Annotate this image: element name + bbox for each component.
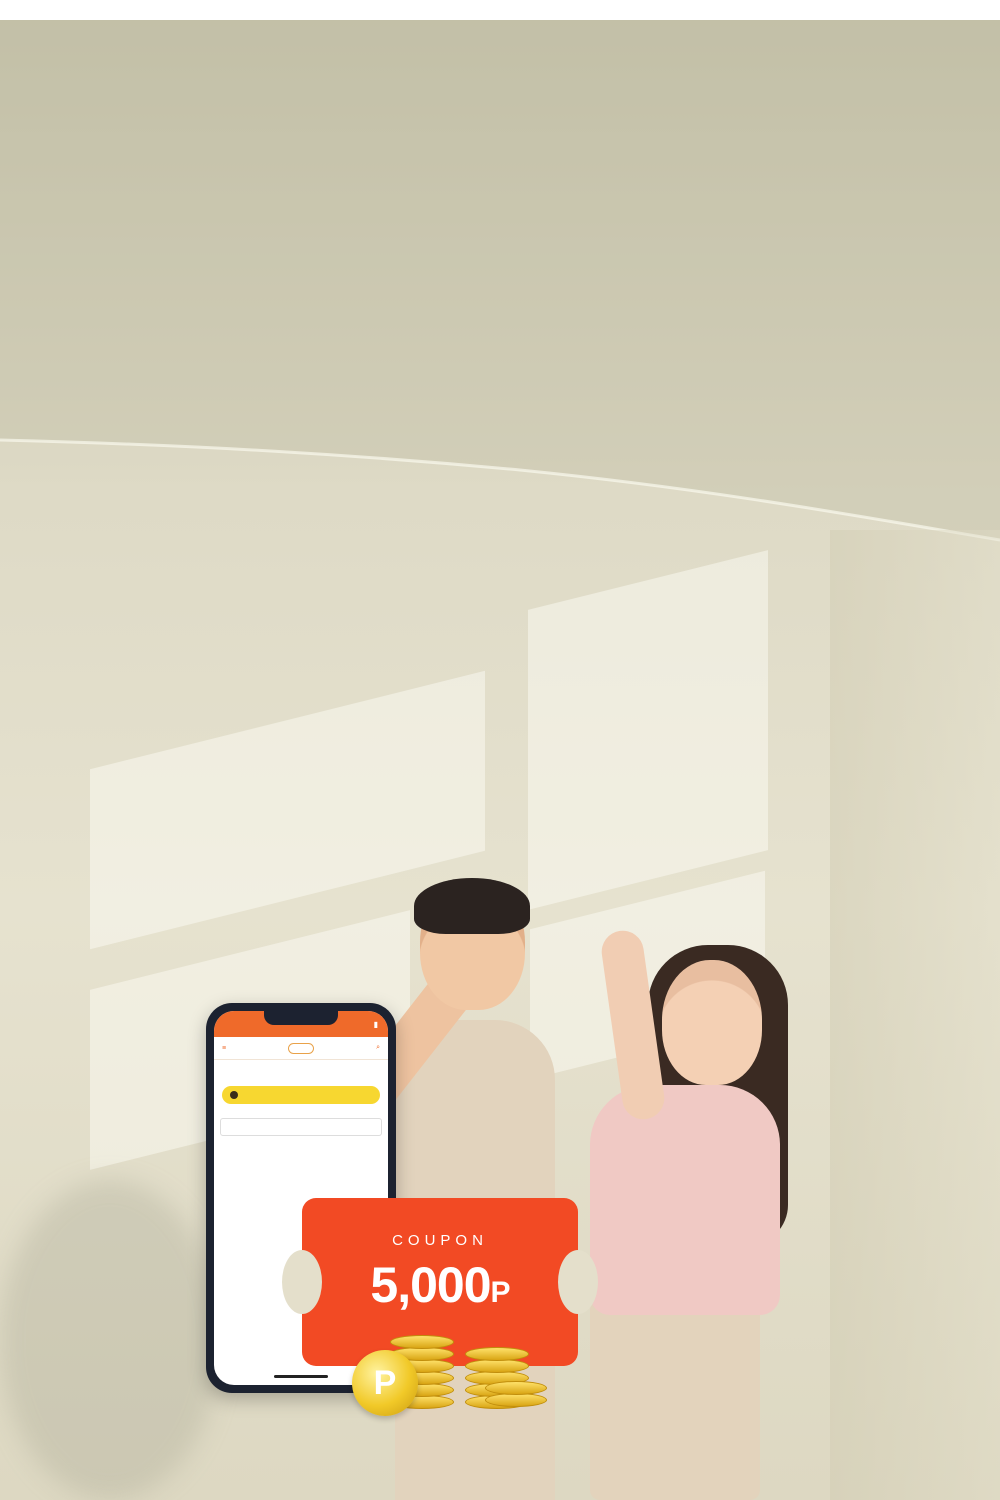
point-coin-letter: P xyxy=(373,1363,397,1402)
woman-face xyxy=(662,960,762,1085)
kakao-login-button xyxy=(222,1086,380,1104)
phone-input-field xyxy=(220,1118,382,1136)
menu-icon: ≡ xyxy=(222,1044,227,1052)
app-logo xyxy=(288,1042,314,1054)
window-light-1 xyxy=(528,550,768,910)
coupon-amount: 5,000 xyxy=(370,1257,491,1313)
man-hair xyxy=(414,878,530,934)
coin xyxy=(485,1393,547,1407)
search-icon: ⌕ xyxy=(376,1044,380,1051)
home-indicator xyxy=(274,1375,328,1378)
phone-notch xyxy=(264,1011,338,1025)
coupon-amount-wrap: 5,000P xyxy=(302,1256,578,1314)
coupon-label: COUPON xyxy=(392,1232,488,1249)
coin xyxy=(465,1347,529,1361)
side-wall xyxy=(830,530,1000,1500)
coin xyxy=(485,1381,547,1395)
coupon-unit: P xyxy=(490,1276,511,1309)
chat-bubble-icon xyxy=(230,1091,238,1099)
woman-pants xyxy=(590,1300,760,1500)
woman-blouse xyxy=(590,1085,780,1315)
phone-app-header: ≡ ⌕ xyxy=(214,1037,388,1060)
coin xyxy=(465,1359,529,1373)
battery-icon: ▮ xyxy=(373,1019,378,1029)
coin xyxy=(390,1335,454,1349)
people-shadow xyxy=(0,1180,220,1500)
point-coin-icon: P xyxy=(352,1350,418,1416)
